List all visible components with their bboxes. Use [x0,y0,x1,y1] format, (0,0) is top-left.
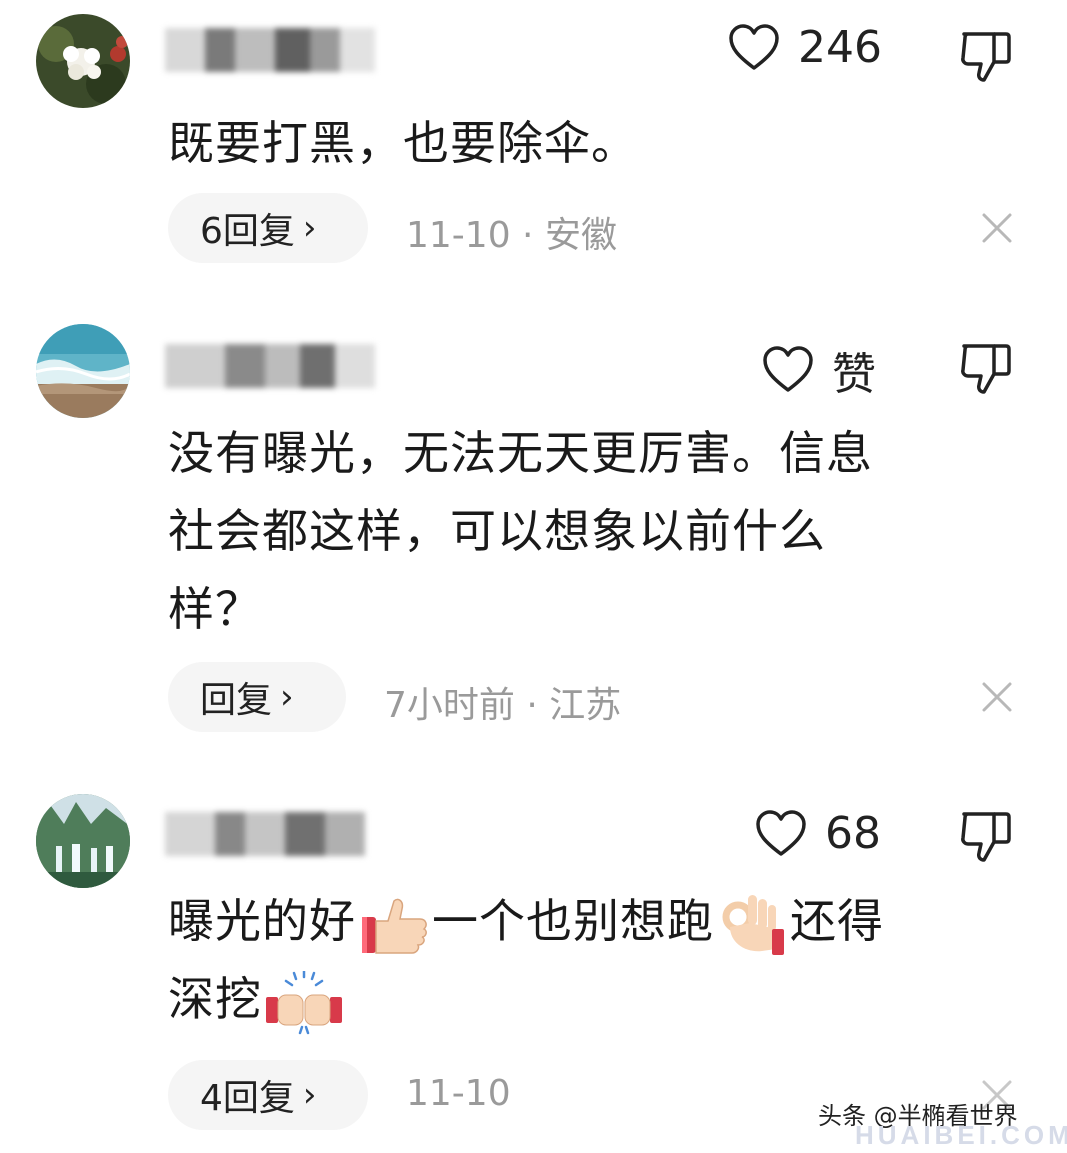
like-count: 68 [825,808,881,859]
reply-label: 回复 [200,680,273,721]
heart-outline-icon [729,23,779,70]
comment-text: 曝光的好 一个也别想跑 还得 深挖 [168,882,998,1038]
like-button[interactable]: 68 [755,808,881,859]
reply-button[interactable]: 6回复 › [168,193,368,263]
username-blurred[interactable] [165,28,375,72]
chevron-right-icon: › [302,208,317,248]
comment-meta: 11-10 · 安徽 [406,215,617,256]
comment-text-part: 还得 [790,894,884,948]
dislike-button[interactable] [958,28,1014,84]
like-button[interactable]: 赞 [762,338,876,402]
avatar-flowers[interactable] [36,14,130,108]
comment-text: 没有曝光，无法无天更厉害。信息 社会都这样，可以想象以前什么 样？ [168,414,998,648]
comment-text-line: 没有曝光，无法无天更厉害。信息 [168,426,873,480]
reply-label: 4回复 [200,1078,295,1119]
comment-text-line: 社会都这样，可以想象以前什么 [168,504,826,558]
chevron-right-icon: › [280,677,294,717]
avatar-beach[interactable] [36,324,130,418]
watermark-logo: HUAIBEI.COM [855,1120,1067,1150]
dislike-button[interactable] [958,340,1014,396]
like-count: 246 [798,22,882,73]
close-icon[interactable] [980,680,1014,714]
heart-outline-icon [756,809,806,856]
close-icon[interactable] [980,211,1014,245]
reply-button[interactable]: 回复 › [168,662,346,732]
dislike-button[interactable] [958,808,1014,864]
thumbs-down-outline-icon [961,812,1011,862]
username-blurred[interactable] [165,812,375,856]
avatar-waterfall[interactable] [36,794,130,888]
reply-label: 6回复 [200,211,295,252]
comment-meta: 7小时前 · 江苏 [384,685,622,726]
comment-meta: 11-10 [406,1073,511,1114]
ok-hand-emoji-icon [722,894,784,955]
thumbs-down-outline-icon [961,344,1011,394]
thumbs-up-emoji-icon [362,898,427,954]
chevron-right-icon: › [302,1075,317,1115]
comment-text-part: 一个也别想跑 [432,894,714,948]
heart-outline-icon [763,346,813,392]
username-blurred[interactable] [165,344,375,388]
comment-text-part: 深挖 [168,972,262,1026]
thumbs-down-outline-icon [961,32,1011,82]
reply-button[interactable]: 4回复 › [168,1060,368,1130]
like-label: 赞 [832,349,876,400]
comment-text-line: 样？ [168,582,262,636]
fist-bump-emoji-icon [266,970,342,1034]
like-button[interactable]: 246 [728,22,882,73]
comment-text: 既要打黑，也要除伞。 [168,116,638,170]
comment-text-part: 曝光的好 [168,894,356,948]
